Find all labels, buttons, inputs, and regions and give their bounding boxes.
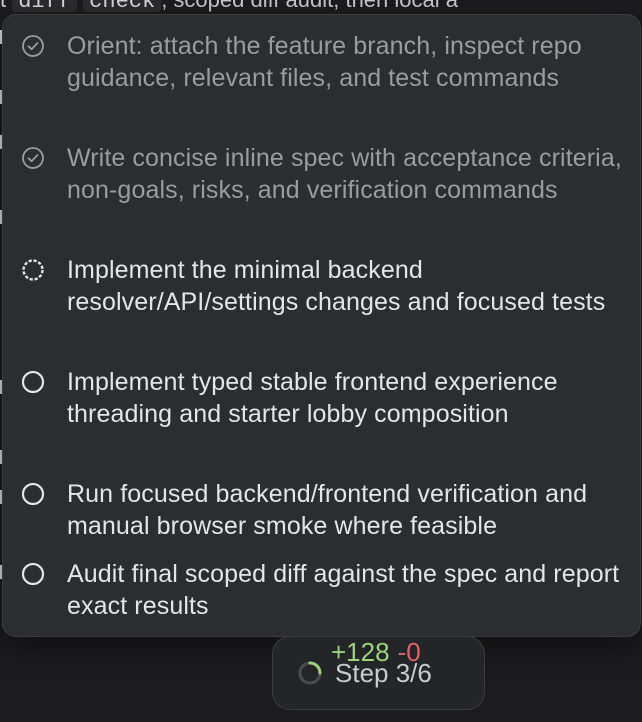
plan-step-text: Run focused backend/frontend verificatio… (67, 480, 588, 540)
plan-step-1: Orient: attach the feature branch, inspe… (21, 30, 631, 94)
check-circle-icon (21, 142, 51, 174)
plan-step-text: Implement the minimal backend resolver/A… (67, 256, 606, 316)
plan-step-4: Implement typed stable frontend experien… (21, 366, 631, 430)
plan-step-text: Write concise inline spec with acceptanc… (67, 144, 622, 204)
bg-code-check: check (83, 0, 162, 12)
empty-circle-icon (21, 478, 51, 510)
plan-step-5: Run focused backend/frontend verificatio… (21, 478, 631, 542)
check-circle-icon (21, 30, 51, 62)
empty-circle-icon (21, 558, 51, 590)
plan-step-text: Orient: attach the feature branch, inspe… (67, 32, 582, 92)
in-progress-circle-icon (21, 254, 51, 286)
plan-step-2: Write concise inline spec with acceptanc… (21, 142, 631, 206)
plan-step-3: Implement the minimal backend resolver/A… (21, 254, 631, 318)
plan-step-text: Implement typed stable frontend experien… (67, 368, 558, 428)
plan-progress-button[interactable]: Step 3/6 +128 -0 (272, 636, 485, 710)
background-chat-text: t diff check, scoped diff audit, then lo… (0, 0, 642, 12)
empty-circle-icon (21, 366, 51, 398)
spinner-icon (298, 661, 322, 685)
diff-stats: +128 -0 (331, 637, 421, 667)
lines-added: +128 (331, 637, 390, 667)
lines-removed: -0 (397, 637, 421, 667)
bg-code-diff: diff (12, 0, 78, 12)
plan-step-6: Audit final scoped diff against the spec… (21, 558, 631, 622)
plan-popover: Orient: attach the feature branch, inspe… (2, 14, 641, 637)
bg-suffix: , scoped diff audit, then local a (161, 0, 458, 12)
plan-step-text: Audit final scoped diff against the spec… (67, 560, 620, 620)
